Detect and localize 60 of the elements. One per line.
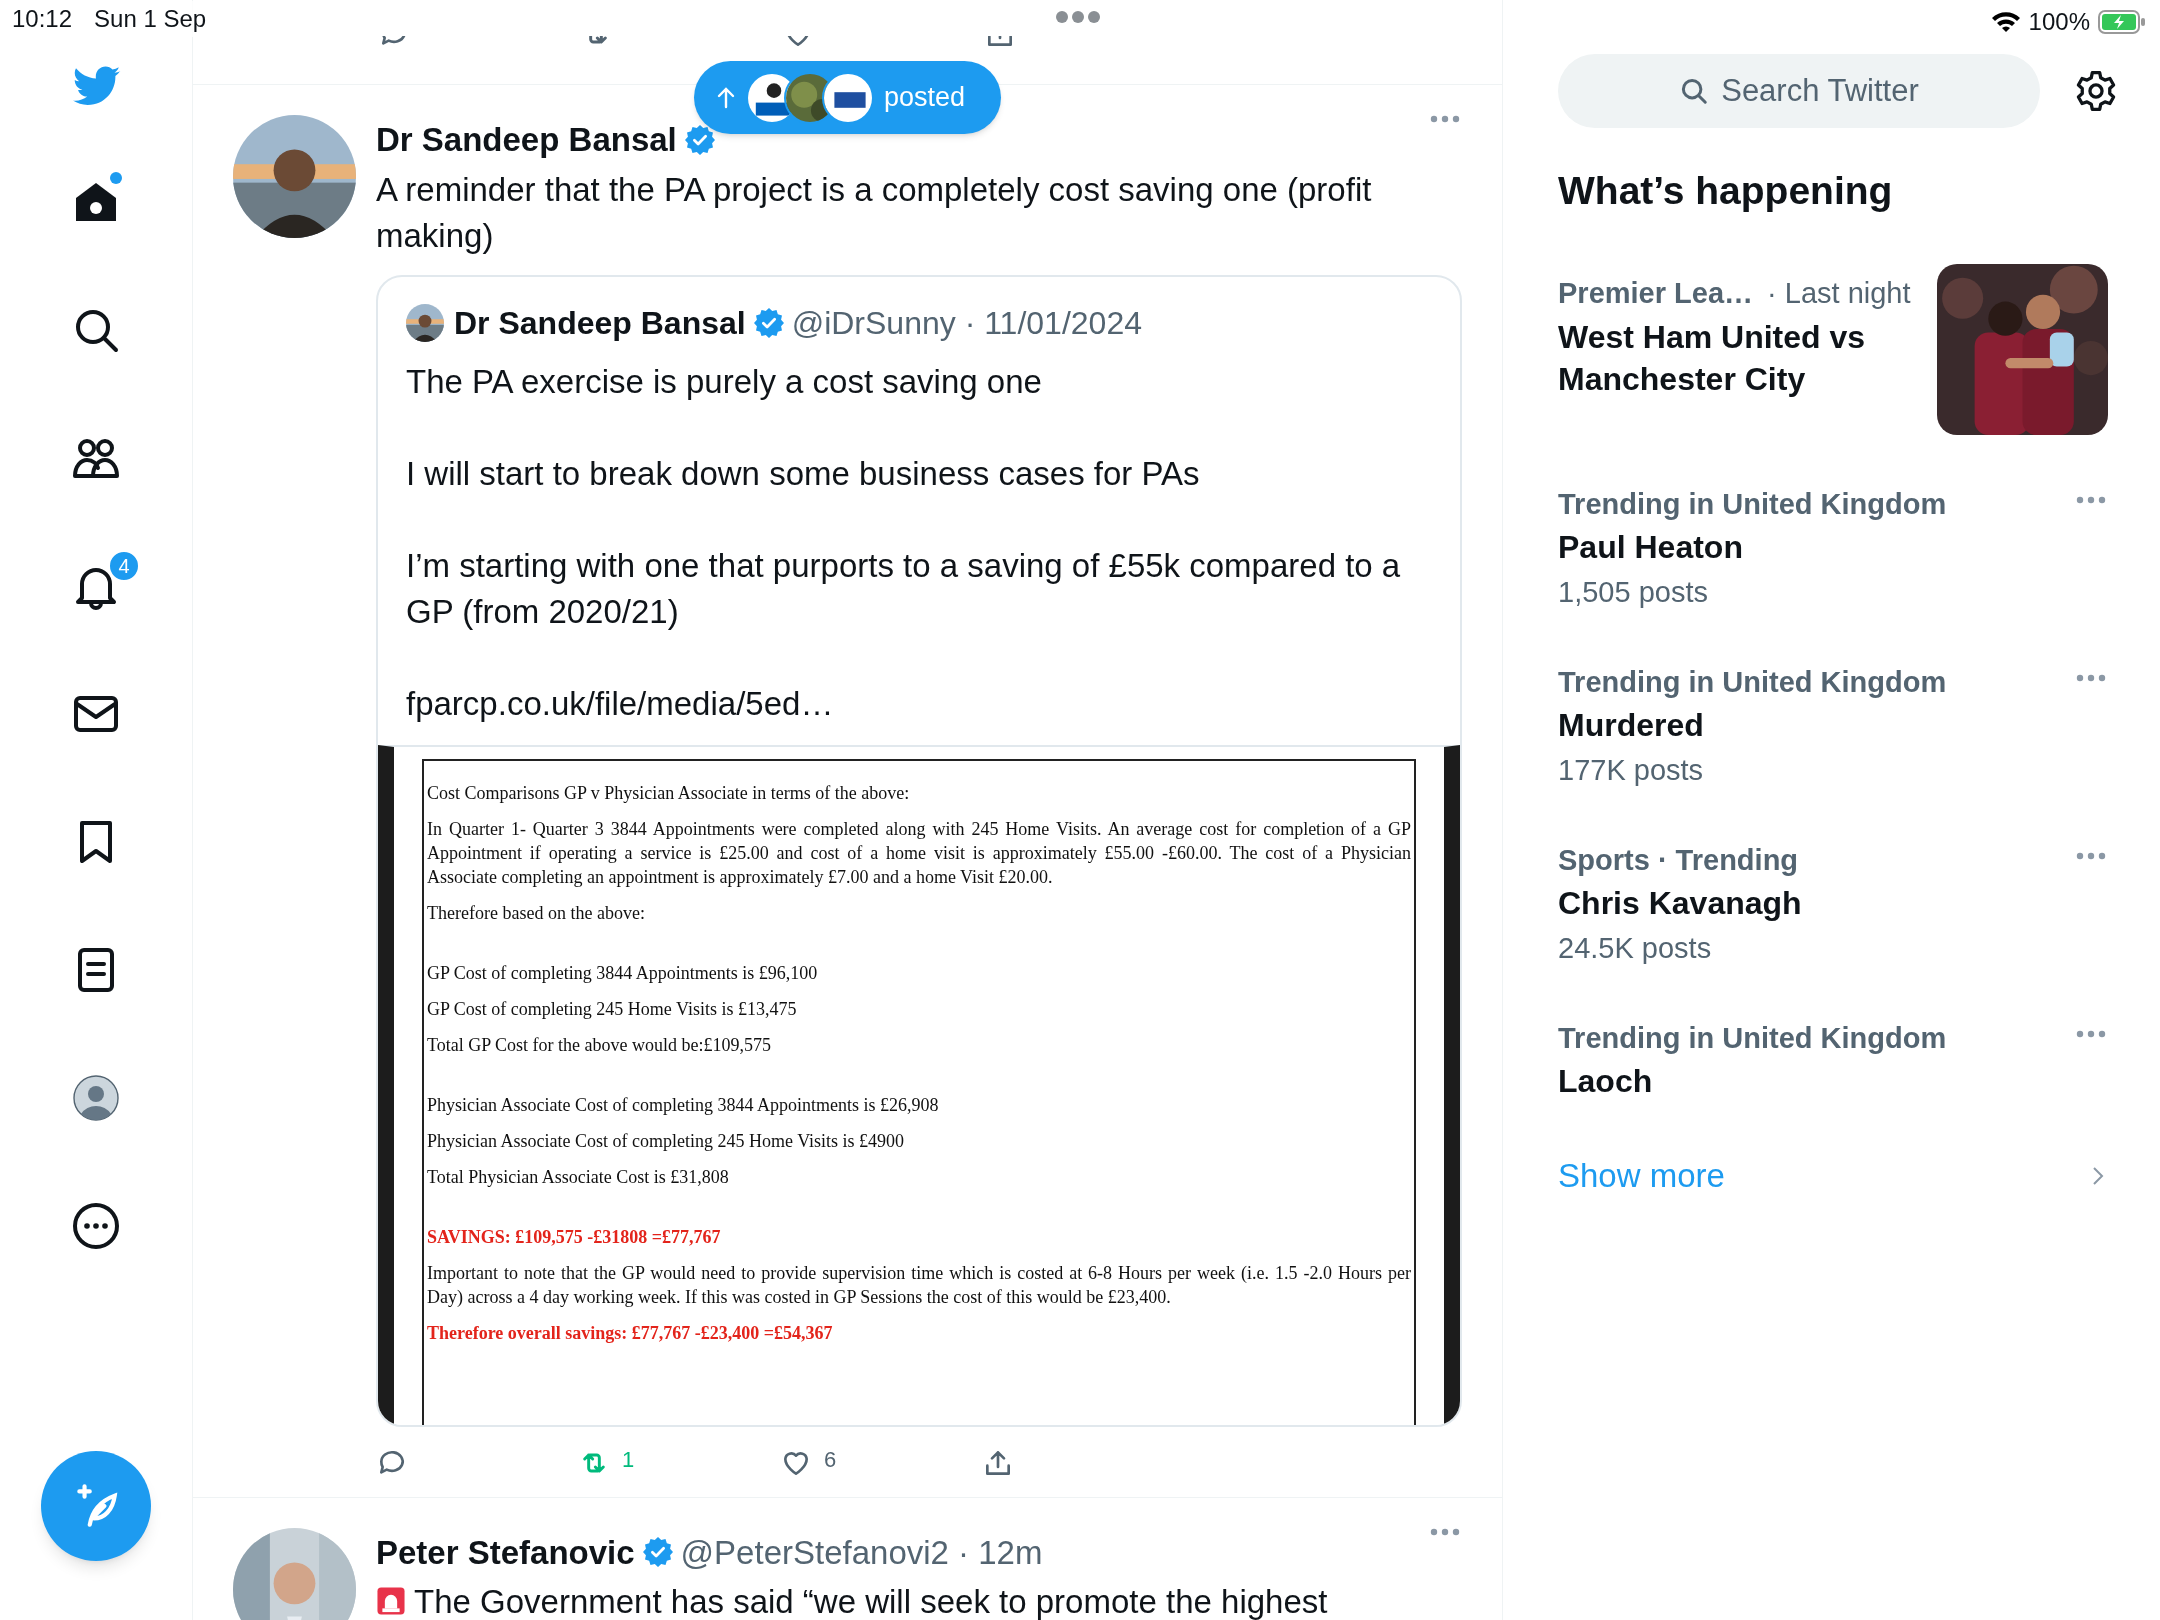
battery-icon	[2098, 9, 2146, 35]
trend-item[interactable]: Sports · Trending Chris Kavanagh 24.5K posts	[1558, 840, 2130, 1018]
avatar-icon[interactable]	[72, 1074, 120, 1122]
trend-title: Laoch	[1558, 1062, 1653, 1101]
highlighted-line: Therefore overall savings: £77,767 -£23,400 =£54,367	[427, 1321, 834, 1345]
tweet-text: A reminder that the PA project is a completely cost saving one (profit making)	[376, 169, 1373, 256]
document-image[interactable]	[378, 744, 1460, 1425]
trend-title: West Ham United vs Manchester City	[1558, 318, 1867, 399]
quoted-tweet-card[interactable]	[376, 274, 1462, 1427]
highlighted-line: SAVINGS: £109,575 -£31808 =£77,767	[427, 1225, 722, 1249]
document-line: Total Physician Associate Cost is £31,808	[427, 1165, 730, 1189]
multitasking-dots-icon[interactable]	[1055, 10, 1101, 24]
post-count: 24.5K posts	[1558, 931, 1712, 966]
section-heading: What’s happening	[1558, 168, 1894, 214]
trend-category: Trending in United Kingdom	[1558, 665, 1947, 700]
document-line: GP Cost of completing 3844 Appointments is £96,100	[427, 961, 819, 985]
battery-percentage: 100%	[2028, 7, 2090, 37]
trend-title: Murdered	[1558, 706, 1704, 745]
author-name[interactable]: Dr Sandeep Bansal	[454, 298, 746, 347]
trend-time: · Last night	[1767, 276, 1911, 311]
more-icon[interactable]	[72, 1202, 120, 1250]
document-line: Therefore based on the above:	[427, 901, 646, 925]
trend-title: Paul Heaton	[1558, 528, 1743, 567]
status-date: Sun 1 Sep	[94, 4, 207, 34]
trend-category: Trending in United Kingdom	[1558, 487, 1947, 522]
trend-item[interactable]: Trending in United Kingdom Laoch	[1558, 1018, 2130, 1152]
search-field[interactable]: Search Twitter	[1558, 54, 2040, 128]
quoted-text: fparcp.co.uk/file/media/5ed…	[406, 683, 835, 724]
post-count: 1,505 posts	[1558, 575, 1708, 610]
arrow-up-icon	[716, 85, 736, 110]
author-handle[interactable]: @iDrSunny · 11/01/2024	[791, 298, 1142, 347]
document-line: In Quarter 1- Quarter 3 3844 Appointments were completed along with 245 Home Visits. An average cost for completion of a GP Appointment if operating a service is £25.00 and cost of a home visit is approximately £55.00 -£60.00. The cost of a Physician Associate completing an appointment is approximately £7.00 and a home Visit £20.00.	[427, 817, 1411, 889]
trend-item[interactable]: Trending in United Kingdom Murdered 177K posts	[1558, 662, 2130, 840]
trend-category: Sports · Trending	[1558, 843, 1799, 878]
author-handle[interactable]: @PeterStefanovi2 · 12m	[680, 1527, 1043, 1577]
tweet-text: The Government has said “we will seek to promote the highest	[414, 1582, 1328, 1620]
document-line: Important to note that the GP would need to provide supervision time which is costed at 6-8 Hours per week (i.e. 1.5 -2.0 Hours per Day) across a 4 day working week. If this was costed in GP Sessions the cost of this would be £23,400.	[427, 1261, 1411, 1309]
wifi-icon	[1990, 10, 2021, 34]
trend-item[interactable]: Premier Lea… · Last night West Ham United vs Manchester City	[1558, 264, 2130, 484]
status-time: 10:12	[12, 4, 73, 34]
trend-title: Chris Kavanagh	[1558, 884, 1802, 923]
notification-badge: 4	[108, 550, 140, 582]
document-line: GP Cost of completing 245 Home Visits is £13,475	[427, 997, 798, 1021]
trend-category: Trending in United Kingdom	[1558, 1021, 1947, 1056]
search-icon	[1679, 76, 1710, 106]
trend-item[interactable]: Trending in United Kingdom Paul Heaton 1,505 posts	[1558, 484, 2130, 662]
quoted-text: The PA exercise is purely a cost saving one	[406, 361, 1043, 402]
document-line: Total GP Cost for the above would be:£109,575	[427, 1033, 773, 1057]
post-count: 177K posts	[1558, 753, 1704, 788]
document-line: Physician Associate Cost of completing 245 Home Visits is £4900	[427, 1129, 906, 1153]
author-name[interactable]: Dr Sandeep Bansal	[376, 115, 677, 165]
quoted-text: I’m starting with one that purports to a saving of £55k compared to a GP (from 2020/21)	[406, 545, 1401, 632]
action-count: 1	[622, 1446, 635, 1474]
settings-icon[interactable]	[2074, 69, 2118, 113]
author-name[interactable]: Peter Stefanovic	[376, 1527, 635, 1577]
document-line: Physician Associate Cost of completing 3844 Appointments is £26,908	[427, 1093, 940, 1117]
document-line: Cost Comparisons GP v Physician Associate in terms of the above:	[427, 781, 911, 805]
trend-category: Premier Lea…	[1558, 276, 1754, 311]
action-count: 6	[824, 1446, 837, 1474]
quoted-text: I will start to break down some business cases for PAs	[406, 453, 1201, 494]
